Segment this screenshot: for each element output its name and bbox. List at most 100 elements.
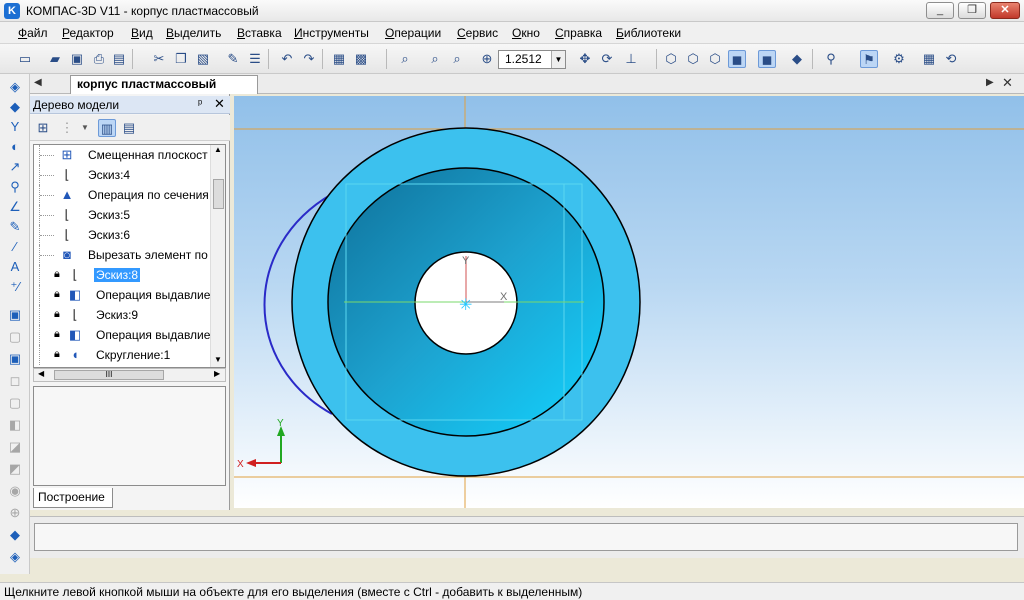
- menu-select[interactable]: Выделить: [166, 26, 221, 40]
- undo-icon[interactable]: ↶: [278, 50, 296, 68]
- hidden-thin-icon[interactable]: ⬡: [706, 50, 724, 68]
- pan-icon[interactable]: ✥: [576, 50, 594, 68]
- chevron-down-icon[interactable]: ▼: [76, 119, 94, 137]
- tree-display-icon[interactable]: ⋮: [58, 119, 76, 137]
- new-document-icon[interactable]: ▭: [16, 50, 34, 68]
- tree-item[interactable]: 🔒︎ ◖ Скругление:1: [34, 345, 210, 365]
- tree-item[interactable]: ⌊ Эскиз:5: [34, 205, 210, 225]
- tree-item[interactable]: ⌊ Эскиз:6: [34, 225, 210, 245]
- menu-libraries[interactable]: Библиотеки: [616, 26, 681, 40]
- redo-icon[interactable]: ↷: [300, 50, 318, 68]
- cut-icon[interactable]: ✂: [150, 50, 168, 68]
- tabs-scroll-right-icon[interactable]: ▶: [986, 77, 994, 88]
- menu-editor[interactable]: Редактор: [62, 26, 114, 40]
- model-viewport[interactable]: Y X ✳ Y X: [234, 96, 1024, 508]
- filters-icon[interactable]: ∠: [6, 198, 24, 216]
- tab-document[interactable]: корпус пластмассовый: [70, 75, 258, 94]
- edit-part-icon[interactable]: ◈: [6, 78, 24, 96]
- measure-tools-icon[interactable]: ⚲: [6, 178, 24, 196]
- tree-item[interactable]: ⊞ Смещенная плоскост: [34, 145, 210, 165]
- libraries-icon[interactable]: ▩: [352, 50, 370, 68]
- chevron-down-icon[interactable]: ▼: [551, 51, 565, 68]
- loft-icon[interactable]: ◻: [6, 372, 24, 390]
- zoom-icon[interactable]: ⌕: [396, 50, 414, 68]
- menu-tools[interactable]: Инструменты: [294, 26, 369, 40]
- print-preview-icon[interactable]: ▤: [110, 50, 128, 68]
- fillet-tool-icon[interactable]: ▢: [6, 394, 24, 412]
- tree-item[interactable]: ◙ Вырезать элемент по: [34, 245, 210, 265]
- specification-icon[interactable]: ✎: [6, 218, 24, 236]
- minimize-button[interactable]: _: [926, 2, 954, 19]
- calculate-icon[interactable]: ▦: [920, 50, 938, 68]
- spatial-curves-icon[interactable]: ◆: [6, 98, 24, 116]
- close-document-icon[interactable]: ✕: [1002, 75, 1013, 91]
- menu-window[interactable]: Окно: [512, 26, 540, 40]
- paste-icon[interactable]: ▧: [194, 50, 212, 68]
- tree-item[interactable]: 🔒︎ ⌊ Эскиз:8: [34, 265, 210, 285]
- print-icon[interactable]: ⎙: [90, 50, 108, 68]
- array-icon[interactable]: ⊕: [6, 504, 24, 522]
- close-button[interactable]: ✕: [990, 2, 1020, 19]
- shaded-icon[interactable]: ◼: [728, 50, 746, 68]
- format-brush-icon[interactable]: ✎: [224, 50, 242, 68]
- surfaces-icon[interactable]: Y: [6, 118, 24, 136]
- tree-view-icon[interactable]: ⊞: [34, 119, 52, 137]
- tree-item[interactable]: 🔒︎ ◧ Операция выдавлие: [34, 325, 210, 345]
- scroll-down-icon[interactable]: ▼: [214, 355, 222, 364]
- select-filter-icon[interactable]: ⚑: [860, 50, 878, 68]
- shaded-edges-icon[interactable]: ◼: [758, 50, 776, 68]
- scrollbar-thumb[interactable]: III: [54, 370, 164, 380]
- rebuild-icon[interactable]: ⟲: [942, 50, 960, 68]
- zoom-in-icon[interactable]: ⊕: [478, 50, 496, 68]
- reports-icon[interactable]: ∕: [6, 238, 24, 256]
- model-canvas[interactable]: Y X ✳ Y X: [234, 96, 1024, 508]
- scroll-right-icon[interactable]: ▶: [214, 369, 220, 378]
- wireframe-icon[interactable]: ⬡: [662, 50, 680, 68]
- chamfer-icon[interactable]: ◧: [6, 416, 24, 434]
- copy-icon[interactable]: ❐: [172, 50, 190, 68]
- menu-file[interactable]: Файл: [18, 26, 48, 40]
- menu-insert[interactable]: Вставка: [237, 26, 282, 40]
- designations-icon[interactable]: A: [6, 258, 24, 276]
- tree-structure-icon[interactable]: ▤: [120, 119, 138, 137]
- tree-item[interactable]: 🔒︎ ⌊ Эскиз:9: [34, 305, 210, 325]
- measure-icon[interactable]: ⚙: [890, 50, 908, 68]
- save-icon[interactable]: ▣: [68, 50, 86, 68]
- tab-build[interactable]: Построение: [33, 488, 113, 508]
- dimensions-icon[interactable]: ↗: [6, 158, 24, 176]
- tree-horizontal-scrollbar[interactable]: ◀ III ▶: [33, 368, 226, 382]
- scrollbar-thumb[interactable]: [213, 179, 224, 209]
- extrude-icon[interactable]: ▣: [6, 306, 24, 324]
- elements-icon[interactable]: ⁺∕: [6, 278, 24, 296]
- hidden-lines-icon[interactable]: ⬡: [684, 50, 702, 68]
- shell-icon[interactable]: ◪: [6, 438, 24, 456]
- kinematic-icon[interactable]: ▣: [6, 350, 24, 368]
- rotate-icon[interactable]: ⟳: [598, 50, 616, 68]
- mate-icon[interactable]: ◈: [6, 548, 24, 566]
- tree-item[interactable]: ⌊ Эскиз:4: [34, 165, 210, 185]
- tree-order-icon[interactable]: ▥: [98, 119, 116, 137]
- filter-icon[interactable]: ⚲: [822, 50, 840, 68]
- scroll-up-icon[interactable]: ▲: [214, 145, 222, 154]
- menu-view[interactable]: Вид: [131, 26, 153, 40]
- hole-icon[interactable]: ◉: [6, 482, 24, 500]
- scroll-left-icon[interactable]: ◀: [38, 369, 44, 378]
- pin-icon[interactable]: ᵖ: [198, 98, 202, 110]
- rotate-operation-icon[interactable]: ▢: [6, 328, 24, 346]
- manager-icon[interactable]: ▦: [330, 50, 348, 68]
- close-panel-icon[interactable]: ✕: [214, 96, 225, 112]
- zoom-scale-combobox[interactable]: 1.2512 ▼: [498, 50, 566, 69]
- auxiliary-geometry-icon[interactable]: ◐: [6, 138, 24, 156]
- menu-operations[interactable]: Операции: [385, 26, 441, 40]
- menu-help[interactable]: Справка: [555, 26, 602, 40]
- open-folder-icon[interactable]: ▰: [46, 50, 64, 68]
- zoom-previous-icon[interactable]: ⌕: [448, 50, 466, 68]
- zoom-window-icon[interactable]: ⌕: [426, 50, 444, 68]
- tree-item[interactable]: 🔒︎ ◧ Операция выдавлие: [34, 285, 210, 305]
- properties-icon[interactable]: ☰: [246, 50, 264, 68]
- orientation-icon[interactable]: ⊥: [622, 50, 640, 68]
- tabs-scroll-left-icon[interactable]: ◀: [34, 77, 42, 88]
- maximize-button[interactable]: ❐: [958, 2, 986, 19]
- rib-icon[interactable]: ◩: [6, 460, 24, 478]
- tree-vertical-scrollbar[interactable]: ▲ ▼: [210, 145, 225, 367]
